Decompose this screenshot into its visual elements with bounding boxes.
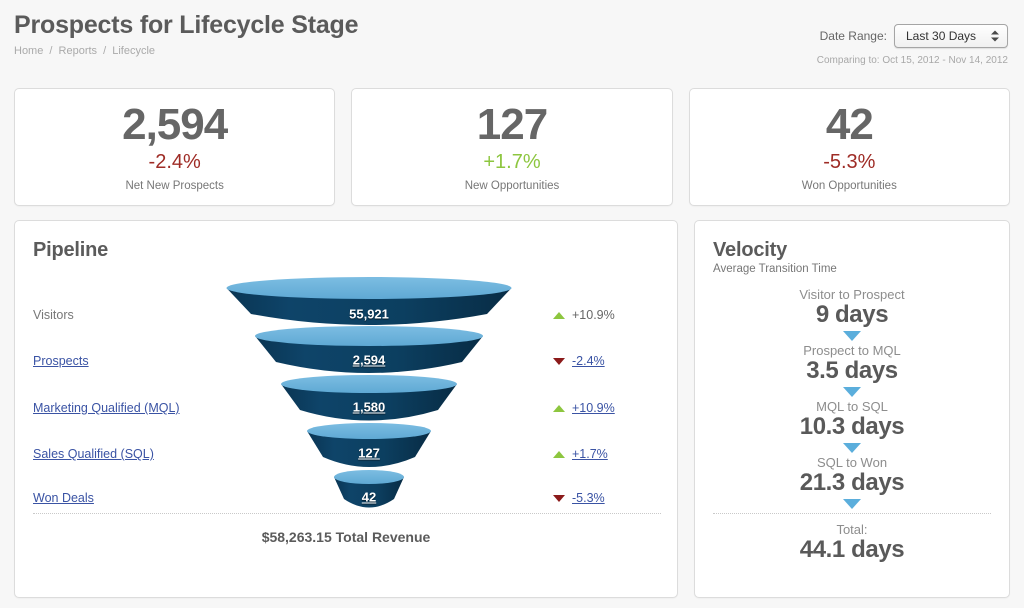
breadcrumb-item-lifecycle[interactable]: Lifecycle <box>112 45 155 57</box>
velocity-step-value: 21.3 days <box>713 470 991 497</box>
pipeline-stage-row-prospects: Prospects -2.4% <box>33 338 661 384</box>
arrow-down-icon <box>843 387 861 397</box>
kpi-delta: -5.3% <box>823 152 875 172</box>
stage-delta-text[interactable]: +10.9% <box>572 401 615 415</box>
kpi-value: 127 <box>477 103 547 147</box>
arrow-down-icon <box>843 499 861 509</box>
velocity-step-value: 3.5 days <box>713 358 991 385</box>
pipeline-title: Pipeline <box>33 239 661 262</box>
funnel-chart: 55,921 2,594 1,580 127 42 Visitors +10.9… <box>33 278 661 518</box>
stage-delta-text[interactable]: +1.7% <box>572 447 608 461</box>
kpi-row: 2,594 -2.4% Net New Prospects 127 +1.7% … <box>0 88 1024 206</box>
stage-delta-won-deals: -5.3% <box>553 491 657 505</box>
arrow-down-icon <box>843 331 861 341</box>
kpi-value: 42 <box>826 103 873 147</box>
kpi-card-new-opportunities: 127 +1.7% New Opportunities <box>351 88 672 206</box>
kpi-delta: +1.7% <box>483 152 540 172</box>
pipeline-stage-row-sql: Sales Qualified (SQL) +1.7% <box>33 431 661 477</box>
pipeline-stage-row-visitors: Visitors +10.9% <box>33 292 661 338</box>
stage-delta-link[interactable]: -5.3% <box>572 491 605 505</box>
velocity-step-label: MQL to SQL <box>713 399 991 414</box>
breadcrumb-separator: / <box>103 45 106 57</box>
breadcrumb-item-home[interactable]: Home <box>14 45 43 57</box>
velocity-step-visitor-to-prospect: Visitor to Prospect 9 days <box>713 287 991 329</box>
stage-delta-text: +10.9% <box>572 308 615 322</box>
stage-delta-link[interactable]: +10.9% <box>572 401 615 415</box>
stage-delta-mql: +10.9% <box>553 401 657 415</box>
kpi-label: Won Opportunities <box>802 180 897 192</box>
velocity-step-label: SQL to Won <box>713 455 991 470</box>
arrow-down-icon <box>553 358 565 365</box>
velocity-subtitle: Average Transition Time <box>713 263 991 275</box>
revenue-divider <box>33 513 661 514</box>
kpi-delta: -2.4% <box>149 152 201 172</box>
spinner-arrows-icon[interactable] <box>991 31 999 42</box>
stage-delta-visitors: +10.9% <box>553 308 657 322</box>
arrow-down-icon <box>553 495 565 502</box>
breadcrumb-separator: / <box>49 45 52 57</box>
stage-delta-text[interactable]: -2.4% <box>572 354 605 368</box>
velocity-title: Velocity <box>713 239 991 262</box>
stage-delta-link[interactable]: +1.7% <box>572 447 608 461</box>
pipeline-stage-row-won-deals: Won Deals -5.3% <box>33 475 661 521</box>
velocity-steps: Visitor to Prospect 9 days Prospect to M… <box>713 287 991 563</box>
kpi-card-won-opportunities: 42 -5.3% Won Opportunities <box>689 88 1010 206</box>
arrow-up-icon <box>553 312 565 319</box>
velocity-total-value: 44.1 days <box>713 537 991 564</box>
arrow-up-icon <box>553 405 565 412</box>
date-range-label: Date Range: <box>820 29 887 43</box>
velocity-step-label: Visitor to Prospect <box>713 287 991 302</box>
kpi-value: 2,594 <box>122 103 227 147</box>
velocity-step-value: 10.3 days <box>713 414 991 441</box>
stage-label-link[interactable]: Marketing Qualified (MQL) <box>33 401 180 415</box>
stage-label-visitors: Visitors <box>33 308 219 322</box>
stage-label-link[interactable]: Prospects <box>33 354 89 368</box>
arrow-up-icon <box>553 451 565 458</box>
velocity-total-label: Total: <box>713 522 991 537</box>
total-revenue-text: $58,263.15 Total Revenue <box>15 529 677 545</box>
velocity-divider <box>713 513 991 514</box>
stage-label-link[interactable]: Sales Qualified (SQL) <box>33 447 154 461</box>
velocity-total: Total: 44.1 days <box>713 522 991 564</box>
stage-delta-text[interactable]: -5.3% <box>572 491 605 505</box>
stage-label-sql[interactable]: Sales Qualified (SQL) <box>33 447 219 461</box>
date-range-value: Last 30 Days <box>906 29 976 43</box>
stage-delta-link[interactable]: -2.4% <box>572 354 605 368</box>
velocity-step-label: Prospect to MQL <box>713 343 991 358</box>
stage-label-link[interactable]: Won Deals <box>33 491 94 505</box>
velocity-step-mql-to-sql: MQL to SQL 10.3 days <box>713 399 991 441</box>
stage-label-won-deals[interactable]: Won Deals <box>33 491 219 505</box>
lower-row: Pipeline <box>0 206 1024 598</box>
kpi-card-net-new-prospects: 2,594 -2.4% Net New Prospects <box>14 88 335 206</box>
stage-delta-sql: +1.7% <box>553 447 657 461</box>
stage-label-mql[interactable]: Marketing Qualified (MQL) <box>33 401 219 415</box>
velocity-step-sql-to-won: SQL to Won 21.3 days <box>713 455 991 497</box>
pipeline-panel: Pipeline <box>14 220 678 598</box>
kpi-label: Net New Prospects <box>125 180 223 192</box>
kpi-label: New Opportunities <box>465 180 560 192</box>
page-header: Prospects for Lifecycle Stage Home / Rep… <box>0 0 1024 88</box>
stage-delta-prospects: -2.4% <box>553 354 657 368</box>
stage-label-prospects[interactable]: Prospects <box>33 354 219 368</box>
date-range-select[interactable]: Last 30 Days <box>894 24 1008 48</box>
velocity-panel: Velocity Average Transition Time Visitor… <box>694 220 1010 598</box>
breadcrumb-item-reports[interactable]: Reports <box>59 45 98 57</box>
comparing-to-text: Comparing to: Oct 15, 2012 - Nov 14, 201… <box>817 55 1008 66</box>
pipeline-stage-row-mql: Marketing Qualified (MQL) +10.9% <box>33 385 661 431</box>
velocity-step-value: 9 days <box>713 302 991 329</box>
date-range-control: Date Range: Last 30 Days <box>820 24 1008 48</box>
arrow-down-icon <box>843 443 861 453</box>
velocity-step-prospect-to-mql: Prospect to MQL 3.5 days <box>713 343 991 385</box>
